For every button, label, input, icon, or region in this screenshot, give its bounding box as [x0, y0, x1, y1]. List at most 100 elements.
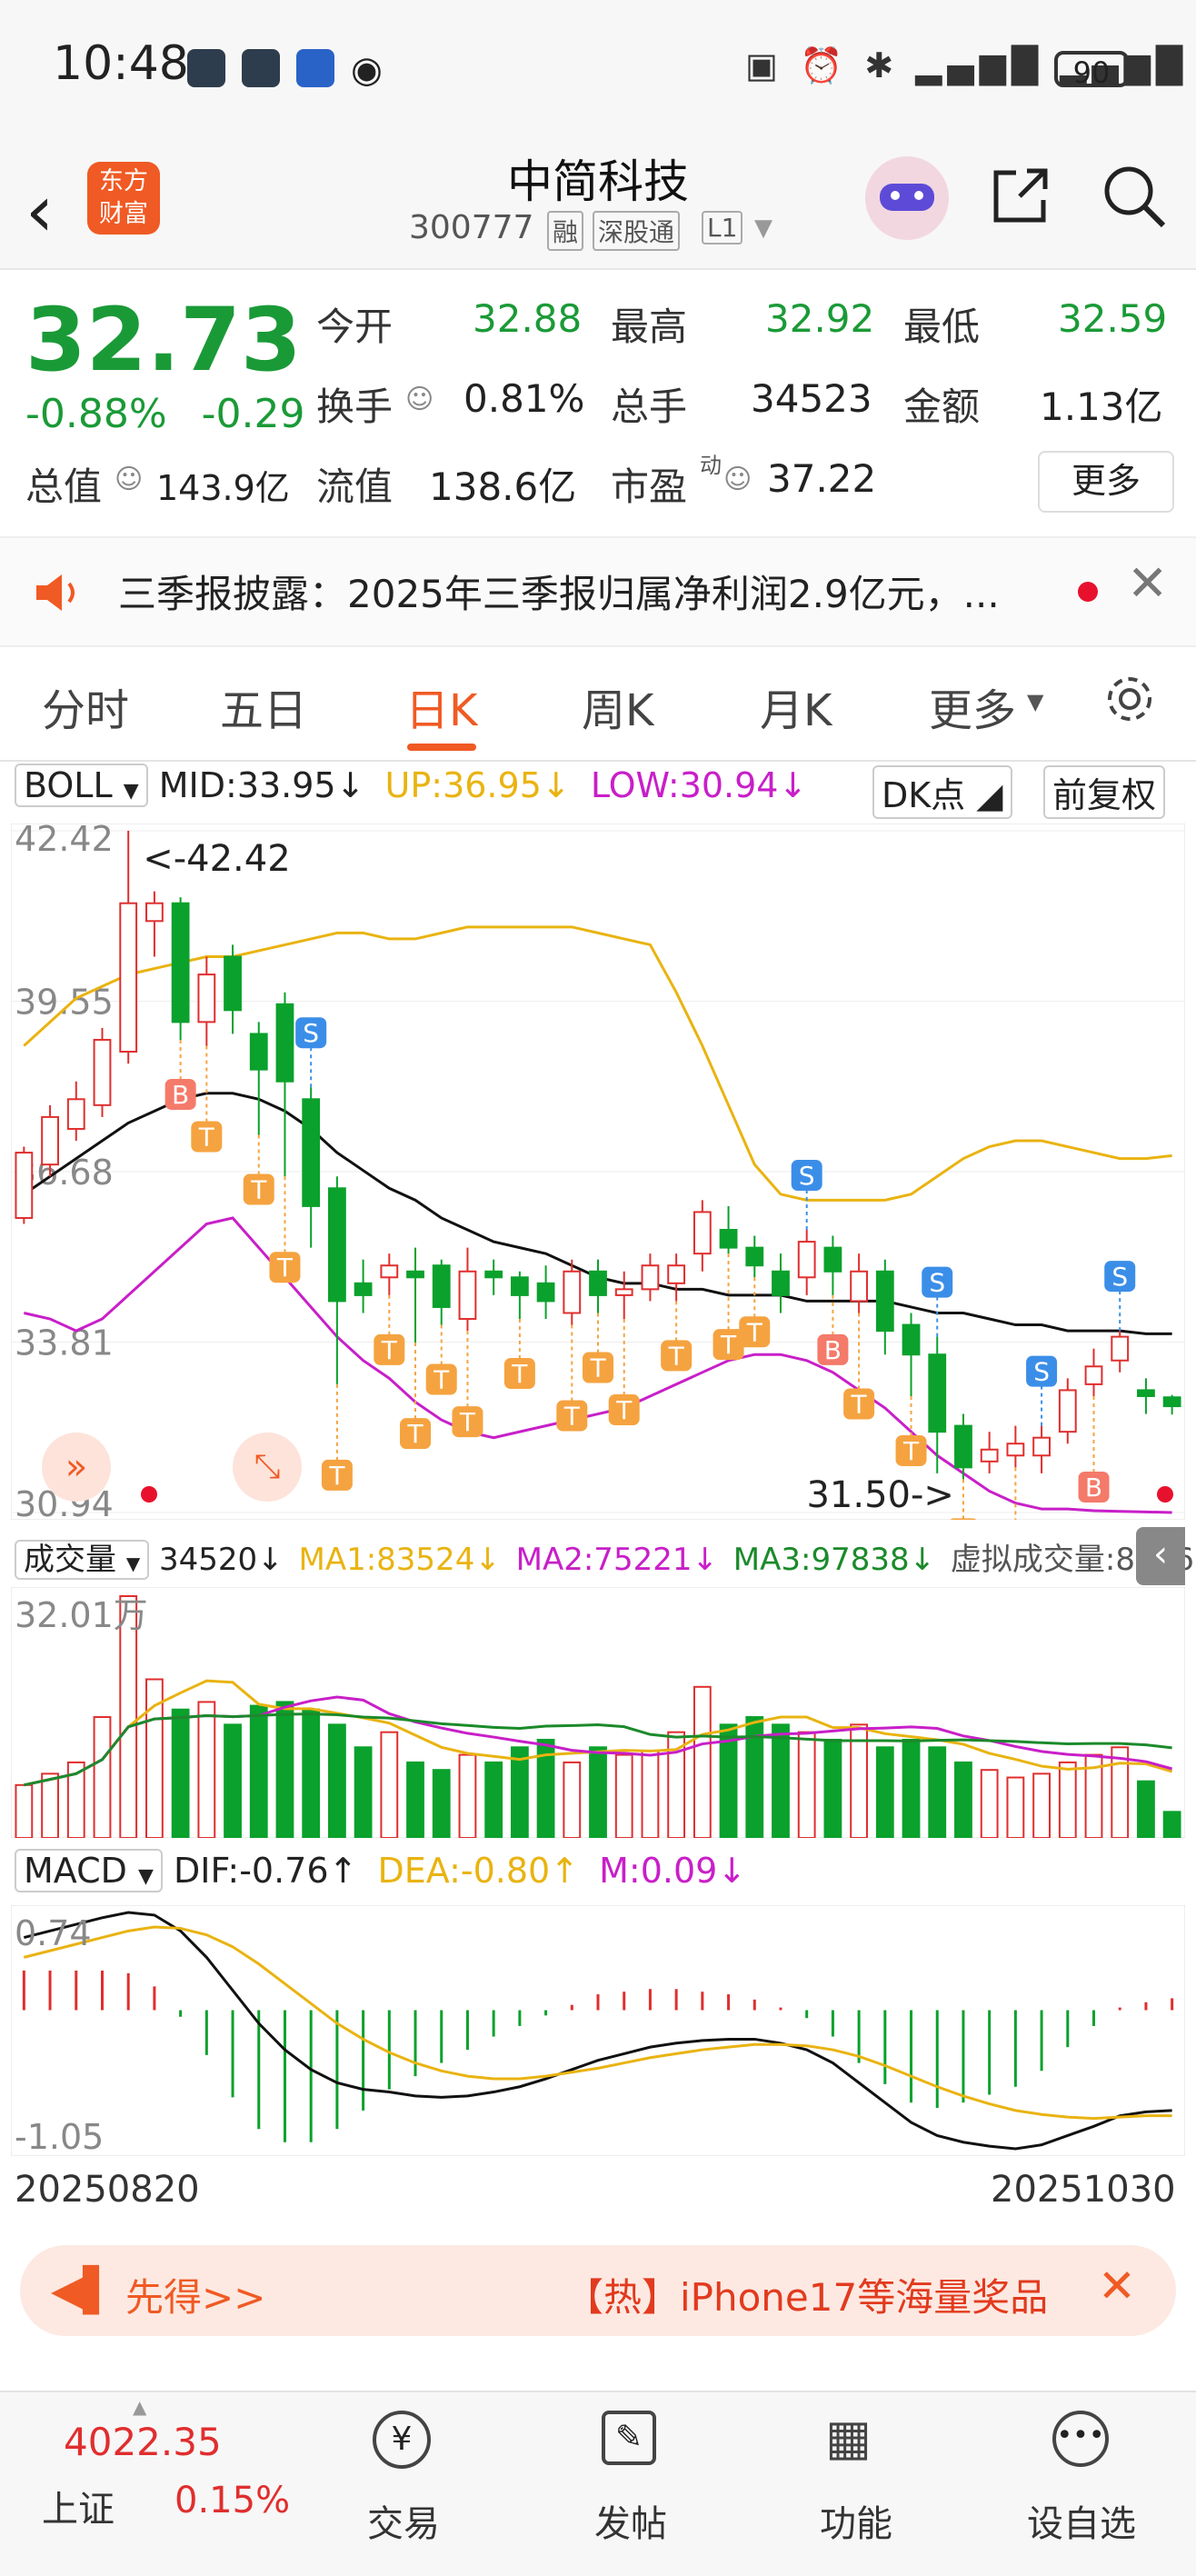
left-red-dot — [141, 1486, 157, 1503]
unread-dot — [1078, 582, 1098, 602]
volume-dropdown[interactable]: 成交量 ▼ — [15, 1540, 150, 1580]
candle-body — [1032, 1436, 1051, 1457]
promo-banner[interactable]: ◀▌ 先得>> 【热】iPhone17等海量奖品 ✕ — [20, 2245, 1176, 2336]
candle-body — [145, 902, 164, 923]
candle-body — [928, 1353, 947, 1433]
candle-body — [458, 1270, 477, 1321]
info-icon[interactable]: ☺ — [723, 464, 752, 495]
ai-assistant-icon[interactable] — [865, 156, 949, 240]
signal-badge-label: S — [303, 1018, 319, 1048]
volume-bar — [406, 1761, 424, 1838]
signal-badge-label: T — [381, 1335, 398, 1365]
expand-panel-icon[interactable]: » — [42, 1433, 111, 1502]
nav-trade[interactable]: ¥ 交易 — [313, 2411, 494, 2574]
volume-bar — [902, 1738, 921, 1838]
candle-body — [641, 1264, 660, 1291]
signal-badge-label: T — [459, 1407, 476, 1437]
right-red-dot — [1157, 1486, 1173, 1503]
tab-more[interactable]: 更多 — [929, 674, 1016, 738]
nav-post[interactable]: ✎ 发帖 — [540, 2411, 722, 2574]
volume-label: 成交量 — [24, 1542, 116, 1578]
volume-bar — [1006, 1776, 1025, 1838]
tab-intraday[interactable]: 分时 — [42, 674, 129, 738]
candle-body — [406, 1270, 424, 1279]
max-price-marker: <-42.42 — [143, 838, 290, 880]
candle-body — [875, 1270, 894, 1333]
signal-badge-label: S — [1033, 1357, 1050, 1387]
info-icon[interactable]: ☺ — [405, 384, 434, 415]
chevron-up-icon[interactable]: ▲ — [133, 2396, 146, 2418]
promo-right-text[interactable]: 【热】iPhone17等海量奖品 — [565, 2267, 1048, 2322]
signal-badge-label: T — [668, 1341, 685, 1371]
turnover-value: 0.81% — [463, 376, 585, 421]
float-label: 流值 — [316, 464, 394, 509]
volume-bar — [510, 1746, 529, 1838]
kline-chart[interactable]: 42.4239.5536.6833.8130.94BTTTSTTTTTTTTTT… — [11, 824, 1185, 1520]
candle-body — [15, 1152, 34, 1219]
high-value: 32.92 — [765, 296, 875, 341]
nav-label: 功能 — [820, 2503, 892, 2545]
macd-dropdown[interactable]: MACD ▼ — [15, 1849, 163, 1892]
status-time: 10:48 — [53, 36, 189, 91]
low-label: 最低 — [903, 305, 981, 349]
period-tabs: 分时 五日 日K 周K 月K 更多 ▼ — [0, 644, 1196, 762]
tab-daily-k[interactable]: 日K — [405, 674, 477, 738]
macd-frame — [11, 1905, 1185, 2156]
signal-badge-label: T — [589, 1353, 606, 1383]
nav-watchlist[interactable]: ••• 设自选 — [991, 2411, 1172, 2574]
boll-indicator-row: BOLL ▼ MID:33.95↓ UP:36.95↓ LOW:30.94↓ — [15, 764, 807, 807]
tab-monthly-k[interactable]: 月K — [760, 674, 832, 738]
high-label: 最高 — [611, 305, 688, 349]
candle-body — [980, 1448, 999, 1463]
signal-badge-label: S — [929, 1268, 945, 1298]
candle-body — [119, 902, 138, 1053]
info-icon[interactable]: ☺ — [115, 464, 143, 495]
tab-five-day[interactable]: 五日 — [220, 674, 307, 738]
more-quote-button[interactable]: 更多 — [1038, 451, 1174, 513]
close-icon[interactable]: ✕ — [1098, 2260, 1136, 2312]
volume-bar — [693, 1685, 712, 1838]
mktcap-label: 总值 — [25, 464, 103, 509]
volume-bar — [275, 1701, 294, 1838]
share-icon[interactable] — [989, 164, 1052, 227]
macd-dea: DEA:-0.80↑ — [377, 1851, 580, 1891]
active-tab-indicator — [407, 744, 476, 751]
signal-badge-label: B — [172, 1080, 189, 1110]
collapse-side-icon[interactable]: ‹ — [1136, 1527, 1185, 1585]
close-icon[interactable]: ✕ — [1127, 554, 1168, 612]
min-price-marker: 31.50-> — [806, 1474, 953, 1516]
signal-badge-label: T — [328, 1461, 345, 1491]
signal-badge-label: T — [746, 1317, 763, 1347]
promo-left-text[interactable]: 先得>> — [125, 2267, 265, 2322]
chevron-down-icon[interactable]: ▼ — [754, 215, 772, 242]
fullscreen-icon[interactable]: ⤡ — [233, 1433, 302, 1502]
signal-badge-label: T — [276, 1253, 294, 1283]
boll-dropdown[interactable]: BOLL ▼ — [15, 764, 148, 807]
signal-badge-label: B — [824, 1335, 842, 1365]
settings-gear-icon[interactable] — [1101, 671, 1158, 727]
signal-badge-label: T — [902, 1436, 920, 1466]
nav-label: 发帖 — [594, 2503, 667, 2545]
amount-label: 金额 — [903, 384, 981, 429]
search-icon[interactable] — [1100, 162, 1169, 231]
volume-bar — [980, 1769, 999, 1838]
index-value[interactable]: 4022.35 — [64, 2420, 222, 2464]
dk-point-button[interactable]: DK点 ◢ — [872, 765, 1012, 819]
volume-bar — [772, 1723, 790, 1838]
volume-bar — [1162, 1811, 1181, 1838]
nav-functions[interactable]: ▦ 功能 — [765, 2411, 947, 2574]
candle-body — [667, 1264, 686, 1284]
tab-weekly-k[interactable]: 周K — [582, 674, 653, 738]
candle-body — [1162, 1396, 1181, 1408]
candle-body — [954, 1424, 972, 1469]
volume-bar — [954, 1761, 972, 1838]
nav-label: 交易 — [367, 2503, 440, 2545]
candle-body — [93, 1038, 112, 1106]
news-text[interactable]: 三季报披露：2025年三季报归属净利润2.9亿元，... — [118, 564, 1000, 619]
volume-bar — [224, 1723, 242, 1838]
candle-body — [745, 1246, 764, 1267]
macd-m: M:0.09↓ — [599, 1851, 747, 1891]
news-banner[interactable]: 三季报披露：2025年三季报归属净利润2.9亿元，... ✕ — [0, 536, 1196, 647]
candle-body — [902, 1323, 921, 1356]
adjust-button[interactable]: 前复权 — [1043, 765, 1166, 819]
